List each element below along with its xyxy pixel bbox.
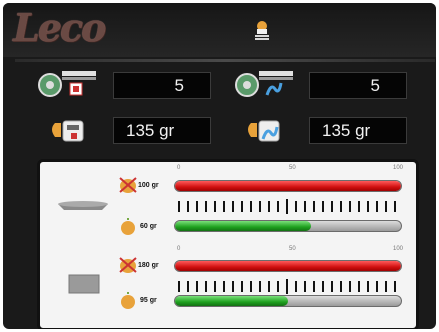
count-left-field[interactable]: 5 bbox=[113, 72, 211, 99]
scale-tick-0: 0 bbox=[177, 246, 181, 252]
scale-weight-steam-icon[interactable] bbox=[243, 115, 287, 150]
current-weight-bar bbox=[174, 220, 402, 232]
current-weight-fill bbox=[175, 221, 311, 231]
max-weight-label: 180 gr bbox=[138, 262, 159, 269]
header-bar: Leco bbox=[3, 3, 436, 57]
weight-left-field[interactable]: 135 gr bbox=[113, 117, 211, 144]
scale-ruler bbox=[178, 201, 398, 212]
scale-mid-mark bbox=[286, 279, 288, 294]
block-icon bbox=[68, 274, 100, 299]
current-weight-bar bbox=[174, 295, 402, 307]
max-weight-bar bbox=[174, 260, 402, 272]
max-weight-bar bbox=[174, 180, 402, 192]
current-weight-label: 95 gr bbox=[140, 297, 157, 304]
current-weight-label: 60 gr bbox=[140, 223, 157, 230]
weight-right-field[interactable]: 135 gr bbox=[309, 117, 407, 144]
count-right-field[interactable]: 5 bbox=[309, 72, 407, 99]
tray-counter-icon[interactable] bbox=[38, 69, 100, 104]
brand-logo: Leco bbox=[13, 5, 106, 50]
food-current-icon bbox=[120, 218, 136, 241]
weight-panel: 0 50 100 100 gr 60 gr 0 50 100 180 gr 95… bbox=[37, 159, 419, 329]
chef-hat-icon[interactable] bbox=[251, 19, 273, 46]
food-current-icon bbox=[120, 292, 136, 315]
food-max-icon bbox=[118, 176, 138, 199]
max-weight-label: 100 gr bbox=[138, 182, 159, 189]
scale-tick-50: 50 bbox=[289, 165, 296, 171]
scale-tick-100: 100 bbox=[393, 246, 404, 252]
max-weight-fill bbox=[175, 261, 401, 271]
scale-mid-mark bbox=[286, 199, 288, 214]
scale-tick-100: 100 bbox=[393, 165, 404, 171]
scale-ruler bbox=[178, 281, 398, 292]
current-weight-fill bbox=[175, 296, 288, 306]
max-weight-fill bbox=[175, 181, 401, 191]
food-max-icon bbox=[118, 256, 138, 279]
header-divider bbox=[15, 59, 435, 62]
scale-tick-50: 50 bbox=[289, 246, 296, 252]
scale-tick-0: 0 bbox=[177, 165, 181, 171]
scale-weight-icon[interactable] bbox=[47, 115, 91, 150]
oven-display: Leco 5 5 135 gr 135 gr 0 50 100 100 gr 6… bbox=[3, 3, 436, 329]
tray-counter-steam-icon[interactable] bbox=[235, 69, 297, 104]
tray-icon bbox=[56, 196, 110, 219]
